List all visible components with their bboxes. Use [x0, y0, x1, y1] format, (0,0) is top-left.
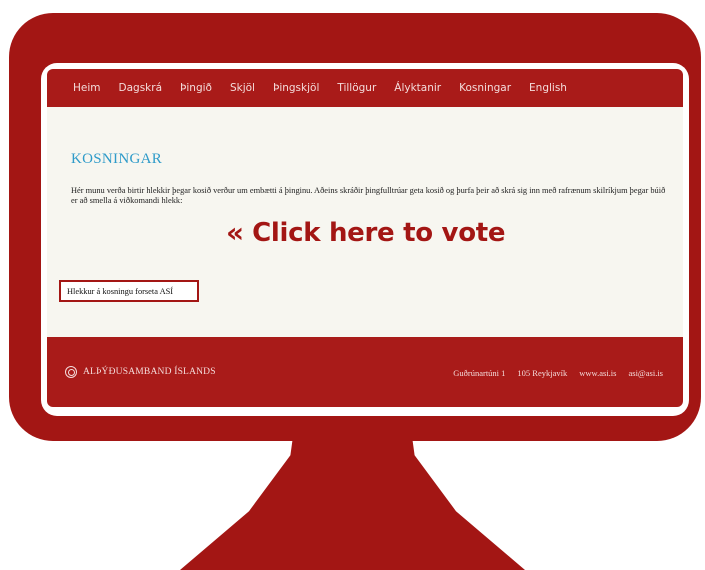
- page-intro-text: Hér munu verða birtir hlekkir þegar kosi…: [71, 186, 666, 205]
- seal-icon: [65, 366, 77, 378]
- nav-item-thingid[interactable]: Þingið: [180, 82, 212, 94]
- footer-address: Guðrúnartúni 1: [453, 368, 506, 378]
- footer-org-name: ALÞÝÐUSAMBAND ÍSLANDS: [83, 367, 216, 377]
- nav-item-heim[interactable]: Heim: [73, 82, 101, 94]
- nav-item-kosningar[interactable]: Kosningar: [459, 82, 511, 94]
- footer-contact: Guðrúnartúni 1 105 Reykjavík www.asi.is …: [453, 368, 663, 378]
- nav-item-skjol[interactable]: Skjöl: [230, 82, 255, 94]
- click-to-vote-callout: « Click here to vote: [226, 216, 506, 249]
- nav-item-alyktanir[interactable]: Ályktanir: [394, 82, 441, 94]
- nav-item-dagskra[interactable]: Dagskrá: [119, 82, 163, 94]
- nav-item-thingskjol[interactable]: Þingskjöl: [273, 82, 319, 94]
- footer-email-link[interactable]: asi@asi.is: [628, 368, 663, 378]
- monitor-stand-base: [180, 430, 525, 570]
- main-navigation: Heim Dagskrá Þingið Skjöl Þingskjöl Till…: [47, 69, 683, 107]
- site-footer: ALÞÝÐUSAMBAND ÍSLANDS Guðrúnartúni 1 105…: [47, 337, 683, 407]
- double-chevron-left-icon: «: [226, 216, 244, 249]
- nav-item-tillogur[interactable]: Tillögur: [337, 82, 376, 94]
- nav-item-english[interactable]: English: [529, 82, 567, 94]
- footer-logo[interactable]: ALÞÝÐUSAMBAND ÍSLANDS: [65, 366, 216, 378]
- callout-text: Click here to vote: [252, 217, 506, 248]
- vote-link-president[interactable]: Hlekkur á kosningu forseta ASÍ: [59, 280, 199, 302]
- page-title: KOSNINGAR: [71, 151, 163, 167]
- footer-website-link[interactable]: www.asi.is: [579, 368, 616, 378]
- footer-city: 105 Reykjavík: [517, 368, 568, 378]
